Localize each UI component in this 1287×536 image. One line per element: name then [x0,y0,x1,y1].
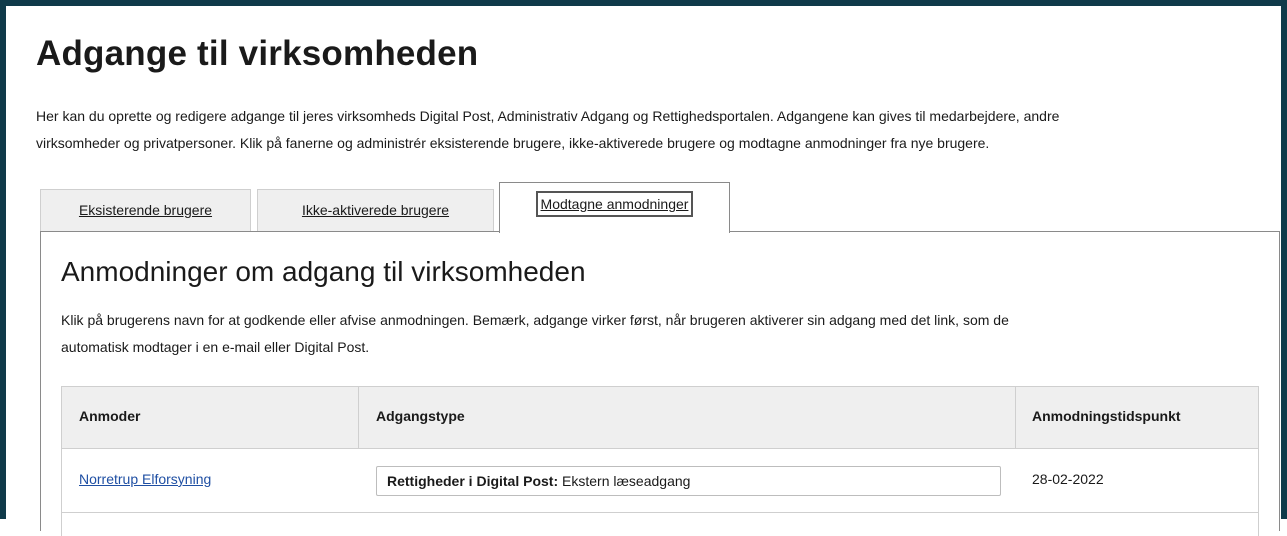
table-row: Norretrup Elforsyning Rettigheder i Digi… [62,449,1258,513]
panel-description-line: Klik på brugerens navn for at godkende e… [61,312,1009,328]
access-type-value: Ekstern læseadgang [562,473,691,489]
request-date: 28-02-2022 [1032,471,1104,487]
panel-title: Anmodninger om adgang til virksomheden [61,256,586,287]
requests-table: Anmoder Adgangstype Anmodningstidspunkt … [61,386,1259,536]
requester-link[interactable]: Norretrup Elforsyning [79,471,211,487]
requests-panel: Anmodninger om adgang til virksomheden K… [40,231,1280,536]
tab-received-requests-label[interactable]: Modtagne anmodninger [535,191,694,217]
column-divider [358,387,359,449]
access-type-label: Rettigheder i Digital Post: [387,473,559,489]
header-access-type[interactable]: Adgangstype [376,408,465,424]
page-intro-line: Her kan du oprette og redigere adgange t… [36,108,1060,124]
tab-inactive-users-label[interactable]: Ikke-aktiverede brugere [302,202,449,218]
page-frame: Adgange til virksomheden Her kan du opre… [0,0,1287,536]
tab-existing-users-label[interactable]: Eksisterende brugere [79,202,212,218]
tab-inactive-users[interactable]: Ikke-aktiverede brugere [257,189,494,232]
header-requester[interactable]: Anmoder [79,408,140,424]
panel-description-line: automatisk modtager i en e-mail eller Di… [61,339,370,355]
page-intro: Her kan du oprette og redigere adgange t… [36,103,1276,157]
page-intro-line: virksomheder og privatpersoner. Klik på … [36,135,990,151]
header-request-time[interactable]: Anmodningstidspunkt [1032,408,1181,424]
page-title: Adgange til virksomheden [36,34,479,73]
tab-received-requests[interactable]: Modtagne anmodninger [499,182,730,233]
column-divider [1015,387,1016,449]
access-type-field: Rettigheder i Digital Post: Ekstern læse… [376,466,1001,496]
tab-existing-users[interactable]: Eksisterende brugere [40,189,251,232]
panel-description: Klik på brugerens navn for at godkende e… [61,307,1241,361]
table-header-row: Anmoder Adgangstype Anmodningstidspunkt [62,387,1258,449]
